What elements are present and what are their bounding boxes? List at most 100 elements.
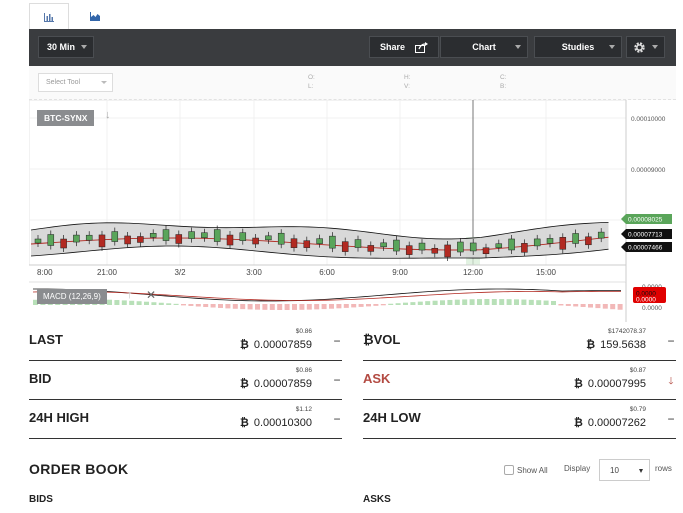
chevron-down-icon xyxy=(81,45,87,49)
candle xyxy=(47,234,55,246)
bitcoin-icon: ₿ xyxy=(239,417,249,429)
show-all-checkbox[interactable] xyxy=(504,465,514,475)
macd-histogram-bar xyxy=(395,303,401,305)
time-tick-label: 6:00 xyxy=(319,268,335,277)
macd-histogram-bar xyxy=(218,304,223,308)
candle xyxy=(469,242,477,252)
stat-btc-volume: ₿VOL $1742078.37 ₿ 159.5638 − xyxy=(363,322,676,361)
candle xyxy=(572,233,579,244)
symbol-badge[interactable]: BTC-SYNX xyxy=(37,110,95,126)
show-all-toggle[interactable]: Show All xyxy=(504,465,548,475)
chevron-down-icon xyxy=(515,45,521,49)
macd-histogram-bar xyxy=(306,304,312,310)
candle xyxy=(444,244,451,258)
stat-usd: $0.79 xyxy=(629,406,646,413)
macd-histogram-bar xyxy=(573,304,579,307)
price-tag-label: 0.00007466 xyxy=(628,245,663,252)
candle xyxy=(239,232,247,241)
select-tool-placeholder: Select Tool xyxy=(46,79,81,86)
macd-histogram-bar xyxy=(299,304,305,310)
asks-heading: ASKS xyxy=(363,494,391,505)
candle xyxy=(175,234,183,244)
stat-btc: 0.00010300 xyxy=(253,417,312,429)
minus-icon[interactable]: − xyxy=(332,373,342,387)
tab-bar-chart[interactable] xyxy=(29,3,69,30)
price-chart[interactable]: 0.00010000 0.00009000 0.00008025 0.00007713… xyxy=(29,100,676,322)
chart-dropdown[interactable]: Chart xyxy=(440,36,528,58)
stat-value: ₿ 159.5638 xyxy=(586,339,646,351)
arrow-down-icon[interactable]: 🡓 xyxy=(666,374,676,391)
macd-line xyxy=(32,288,622,302)
minus-icon[interactable]: − xyxy=(666,412,676,426)
candle xyxy=(329,235,336,249)
stat-btc: 0.00007859 xyxy=(253,339,312,351)
stat-btc: 159.5638 xyxy=(600,339,646,351)
candle xyxy=(341,241,349,252)
macd-histogram-bar xyxy=(425,301,431,305)
candle xyxy=(188,231,195,239)
candle xyxy=(277,232,285,245)
ohlc-low: L: xyxy=(308,83,314,90)
time-tick-label: 3/2 xyxy=(174,268,186,277)
macd-histogram-bar xyxy=(565,304,571,306)
stat-usd: $1.12 xyxy=(295,406,312,413)
stat-usd: $1742078.37 xyxy=(608,328,646,335)
arrow-down-icon[interactable]: ↓ xyxy=(105,109,111,121)
macd-histogram-bar xyxy=(129,300,135,305)
chart-toolbar: 30 Min Share Chart Studies xyxy=(29,29,676,66)
macd-histogram-bar xyxy=(469,299,475,305)
macd-histogram-bar xyxy=(373,304,379,306)
macd-histogram-bar xyxy=(232,304,238,309)
macd-histogram-bar xyxy=(343,304,349,308)
macd-badge[interactable]: MACD (12,26,9) xyxy=(37,289,107,304)
candle xyxy=(201,232,208,238)
macd-histogram-bar xyxy=(595,304,601,309)
select-tool-dropdown[interactable]: Select Tool xyxy=(38,73,113,92)
minus-icon[interactable]: − xyxy=(332,334,342,348)
candle xyxy=(367,245,375,252)
macd-histogram-bar xyxy=(506,299,512,305)
stat-value: ₿ 0.00007995 xyxy=(574,378,646,390)
stat-value: ₿ 0.00007859 xyxy=(240,378,312,390)
stat-label: ₿VOL xyxy=(363,332,401,347)
macd-histogram-bar xyxy=(432,300,438,305)
candle xyxy=(149,233,157,238)
arrow-up-icon[interactable]: ↑ xyxy=(127,289,133,301)
minus-icon[interactable]: − xyxy=(332,412,342,426)
share-button[interactable]: Share xyxy=(369,36,439,58)
minus-icon[interactable]: − xyxy=(666,334,676,348)
studies-label: Studies xyxy=(561,42,595,52)
macd-histogram-bar xyxy=(195,304,201,307)
price-tick-label: 0.00009000 xyxy=(631,167,666,174)
stat-btc: 0.00007262 xyxy=(587,417,646,429)
rows-select[interactable]: 10 xyxy=(599,459,650,481)
stat-usd: $0.87 xyxy=(629,367,646,374)
tab-area-chart[interactable] xyxy=(75,3,115,30)
chevron-down-icon xyxy=(101,81,107,84)
candle xyxy=(111,231,119,242)
share-label: Share xyxy=(379,42,405,52)
macd-histogram-bar xyxy=(144,301,149,305)
macd-histogram-bar xyxy=(558,304,564,306)
candle xyxy=(98,234,106,248)
settings-button[interactable] xyxy=(626,36,665,58)
macd-histogram-bar xyxy=(151,302,157,305)
candle xyxy=(252,237,259,245)
time-tick-label: 9:00 xyxy=(392,268,408,277)
macd-histogram-bar xyxy=(314,304,320,310)
candle xyxy=(34,238,42,244)
macd-histogram-bar xyxy=(514,299,519,305)
candle xyxy=(533,238,541,247)
interval-dropdown[interactable]: 30 Min xyxy=(38,36,94,58)
chart-subbar: Select Tool O: L: H: V: C: B: xyxy=(29,66,676,100)
close-icon[interactable]: ✕ xyxy=(146,288,156,302)
studies-dropdown[interactable]: Studies xyxy=(534,36,622,58)
macd-histogram-bar xyxy=(380,304,386,306)
candle xyxy=(354,239,362,248)
bitcoin-icon: ₿ xyxy=(586,339,596,351)
gear-icon xyxy=(634,41,645,53)
chevron-down-icon xyxy=(652,45,658,49)
show-all-label: Show All xyxy=(517,465,548,475)
ohlc-volume: V: xyxy=(404,83,410,90)
macd-histogram-bar xyxy=(477,299,482,305)
